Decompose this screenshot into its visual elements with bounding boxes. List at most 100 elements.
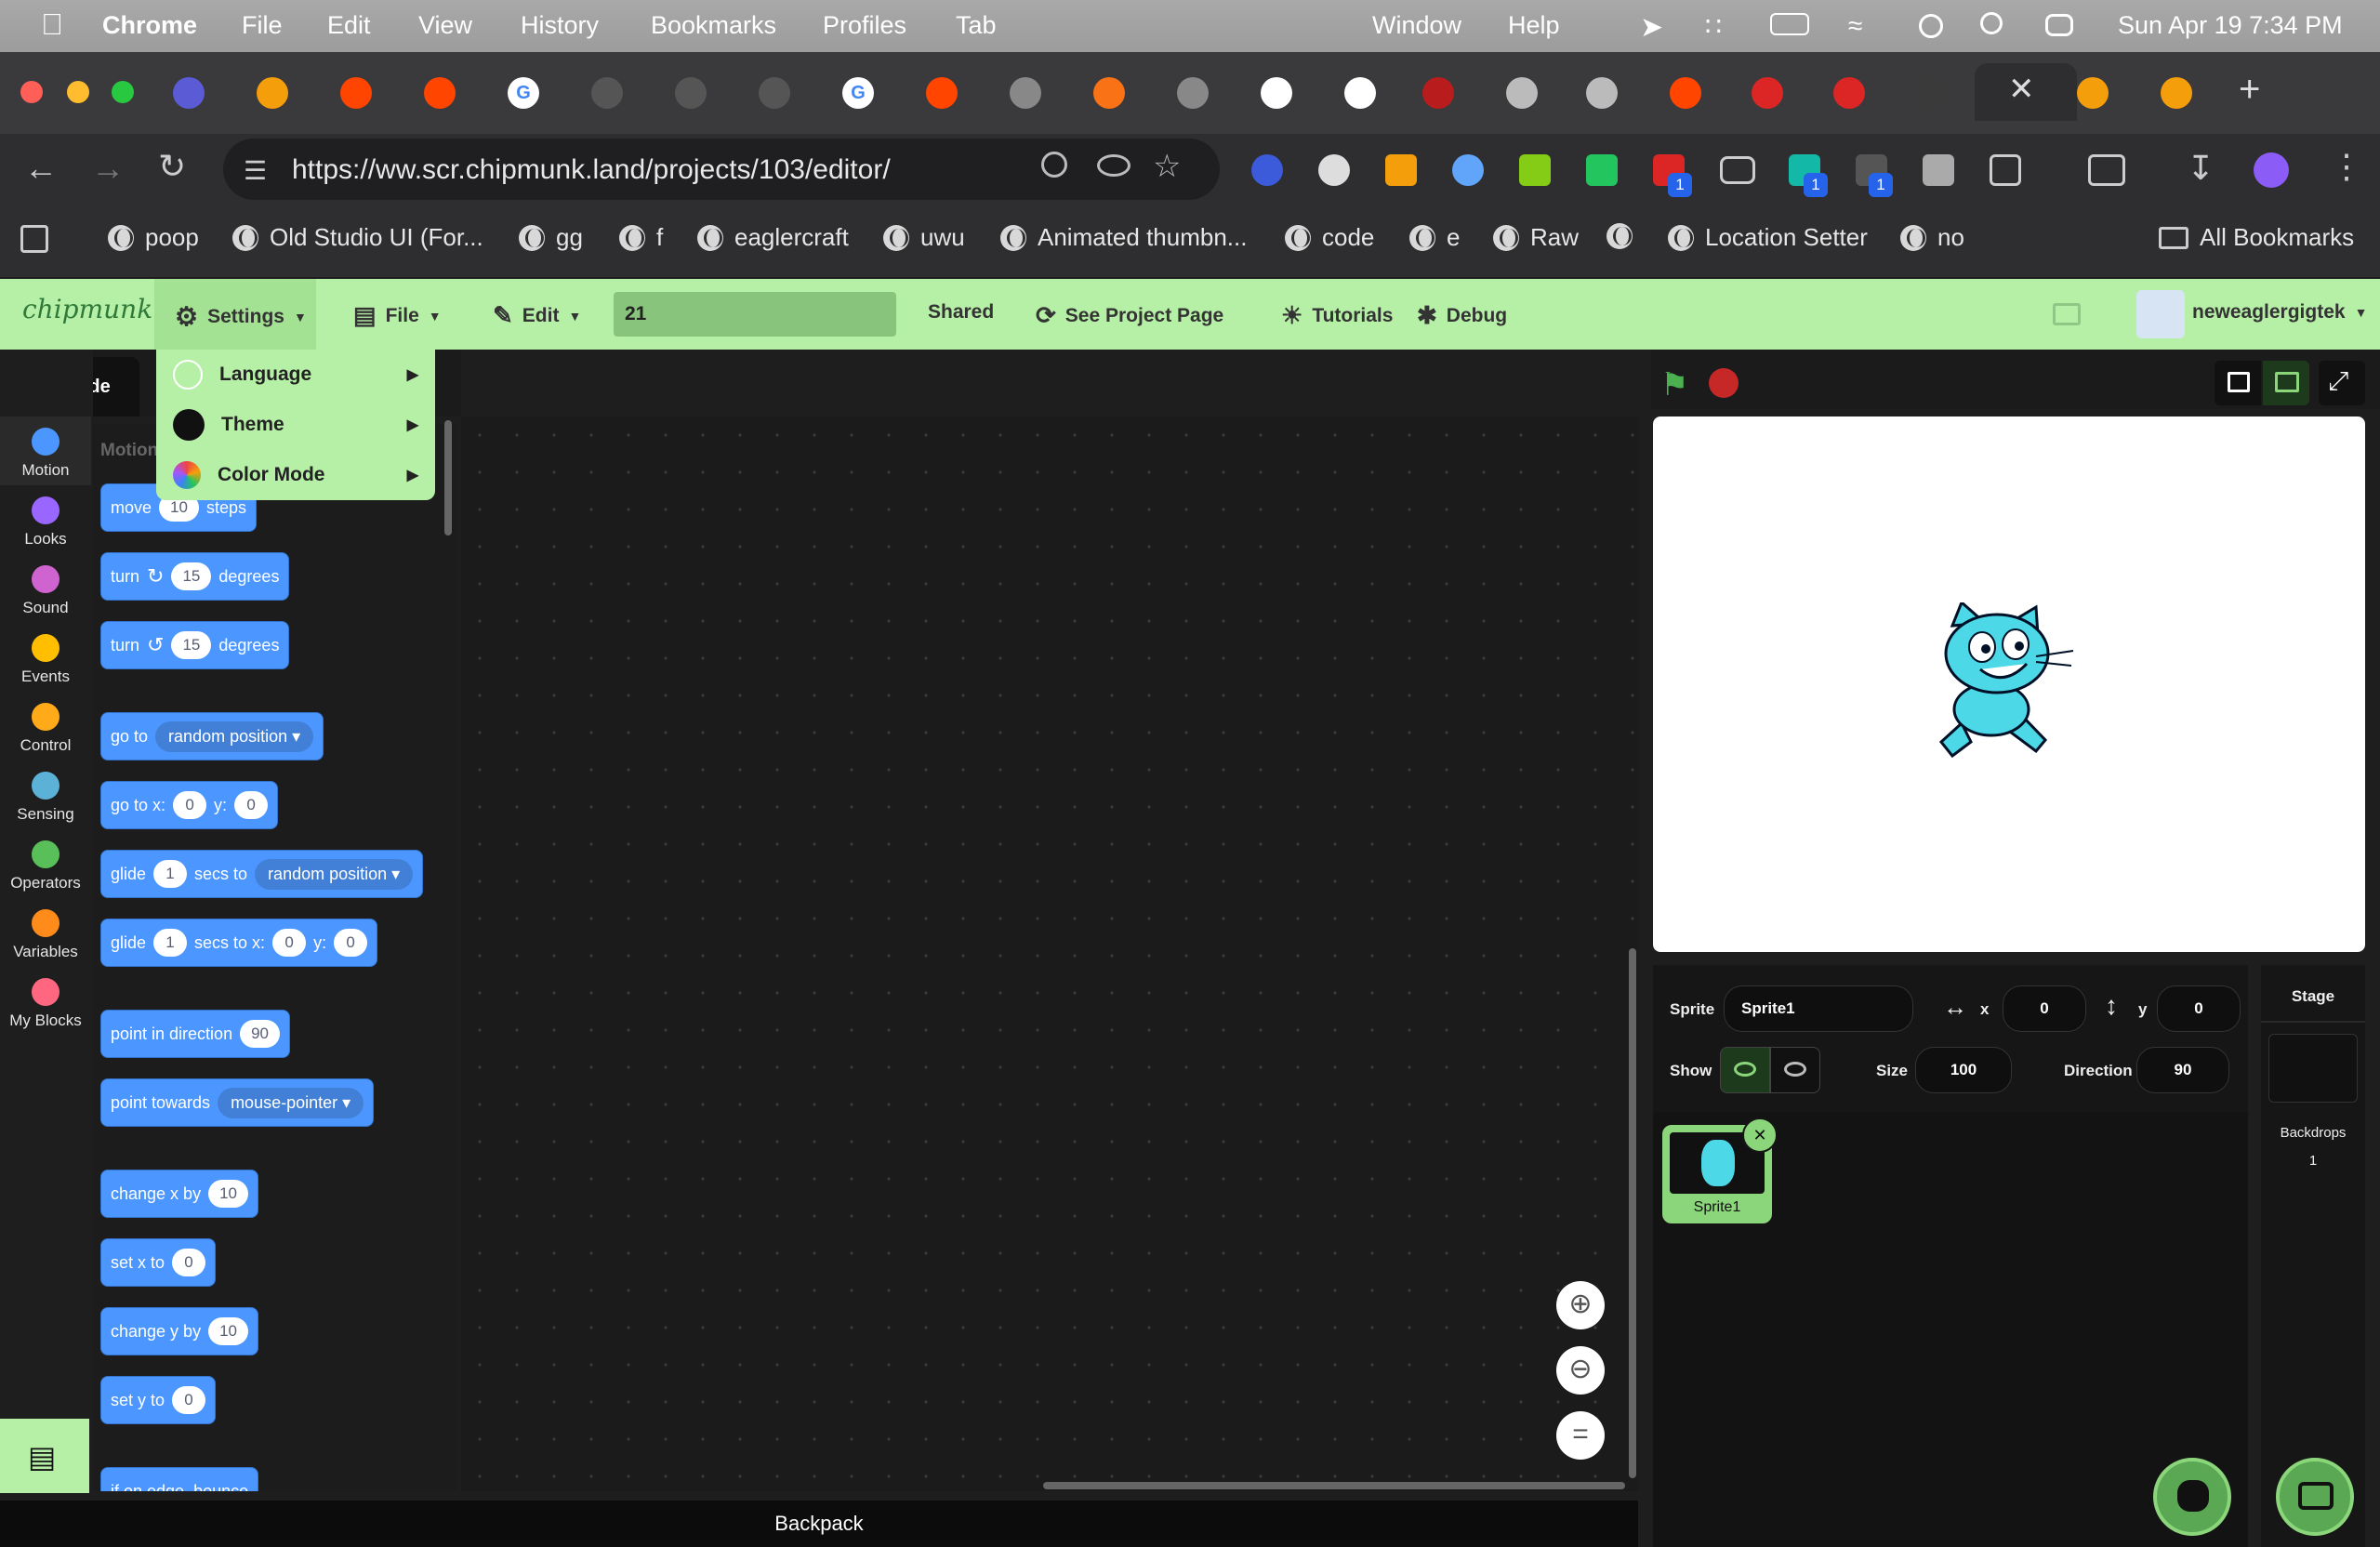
- bookmark-item[interactable]: [1606, 223, 1633, 249]
- y-position-input[interactable]: 0: [2157, 985, 2241, 1032]
- extension-icon[interactable]: [1385, 154, 1417, 186]
- target-dropdown[interactable]: random position ▾: [155, 721, 314, 752]
- menu-item-language[interactable]: Language ▶: [156, 350, 435, 400]
- bookmark-item[interactable]: gg: [519, 223, 583, 252]
- github-tab-icon[interactable]: [1261, 77, 1292, 109]
- block-set-x[interactable]: set x to 0: [100, 1238, 217, 1287]
- category-events[interactable]: Events: [0, 634, 91, 686]
- block-glide-to-xy[interactable]: glide 1 secs to x: 0 y: 0: [100, 919, 378, 967]
- block-change-x[interactable]: change x by 10: [100, 1170, 258, 1218]
- tab-favicon[interactable]: [675, 77, 707, 109]
- edit-menu-button[interactable]: ✎ Edit ▼: [493, 301, 581, 330]
- category-sound[interactable]: Sound: [0, 565, 91, 617]
- menu-item-color-mode[interactable]: Color Mode ▶: [156, 450, 435, 500]
- block-go-to-xy[interactable]: go to x: 0 y: 0: [100, 781, 279, 829]
- new-tab-button[interactable]: +: [2239, 69, 2260, 111]
- zoom-icon[interactable]: [1041, 152, 1067, 178]
- debug-button[interactable]: ✱ Debug: [1417, 301, 1507, 330]
- direction-input[interactable]: 90: [2136, 1047, 2229, 1093]
- small-stage-button[interactable]: [2215, 361, 2261, 405]
- tab-favicon[interactable]: [1913, 77, 1945, 109]
- chrome-tab-icon[interactable]: [1506, 77, 1538, 109]
- number-input[interactable]: 10: [208, 1317, 248, 1345]
- number-input[interactable]: 1: [153, 929, 188, 957]
- extensions-puzzle-icon[interactable]: [1990, 154, 2021, 186]
- chrome-tab-icon[interactable]: [1586, 77, 1618, 109]
- bookmark-item[interactable]: Location Setter: [1668, 223, 1868, 252]
- block-turn-right[interactable]: turn ↻ 15 degrees: [100, 552, 290, 601]
- number-input[interactable]: 0: [173, 791, 207, 819]
- extension-icon[interactable]: [1452, 154, 1484, 186]
- backdrop-thumbnail[interactable]: [2268, 1034, 2358, 1103]
- google-tab-icon[interactable]: G: [842, 77, 874, 109]
- see-project-page-button[interactable]: ⟳ See Project Page: [1036, 301, 1223, 330]
- file-menu-button[interactable]: ▤ File ▼: [353, 301, 442, 330]
- category-motion[interactable]: Motion: [0, 428, 91, 480]
- tab-favicon[interactable]: [1093, 77, 1125, 109]
- bookmark-star-icon[interactable]: ☆: [1153, 148, 1181, 185]
- scratch-cat-sprite[interactable]: [1934, 602, 2082, 760]
- workspace-vertical-scrollbar[interactable]: [1629, 948, 1636, 1478]
- add-extension-button[interactable]: ▤: [0, 1419, 89, 1493]
- reload-button[interactable]: ↻: [158, 147, 186, 186]
- bookmark-item[interactable]: f: [619, 223, 663, 252]
- number-input[interactable]: 0: [334, 929, 368, 957]
- category-my-blocks[interactable]: My Blocks: [0, 978, 91, 1030]
- category-variables[interactable]: Variables: [0, 909, 91, 961]
- block-change-y[interactable]: change y by 10: [100, 1307, 258, 1355]
- bookmark-item[interactable]: Old Studio UI (For...: [232, 223, 483, 252]
- clock[interactable]: Sun Apr 19 7:34 PM: [2118, 11, 2343, 40]
- number-input[interactable]: 90: [240, 1020, 281, 1048]
- reddit-tab-icon[interactable]: [926, 77, 958, 109]
- battery-icon[interactable]: [1770, 13, 1809, 35]
- settings-menu-button[interactable]: ⚙ Settings ▼: [175, 301, 307, 332]
- account-menu-button[interactable]: neweaglergigtek ▼: [2192, 301, 2367, 324]
- block-turn-left[interactable]: turn ↺ 15 degrees: [100, 621, 290, 669]
- forward-button[interactable]: →: [91, 149, 125, 188]
- close-tab-icon[interactable]: ✕: [2008, 71, 2035, 108]
- block-edge-bounce[interactable]: if on edge, bounce: [100, 1467, 258, 1491]
- back-button[interactable]: ←: [24, 149, 58, 188]
- reddit-tab-icon[interactable]: [424, 77, 456, 109]
- number-input[interactable]: 0: [172, 1249, 206, 1276]
- tab-favicon[interactable]: [759, 77, 790, 109]
- apps-grid-icon[interactable]: [20, 225, 48, 253]
- tab-favicon[interactable]: [1752, 77, 1783, 109]
- menu-view[interactable]: View: [418, 11, 472, 40]
- chipmunk-logo[interactable]: chipmunk: [22, 294, 152, 324]
- my-stuff-folder-icon[interactable]: [2053, 303, 2081, 325]
- extension-icon[interactable]: [1251, 154, 1283, 186]
- extension-icon[interactable]: [1720, 156, 1755, 184]
- block-glide-to[interactable]: glide 1 secs to random position ▾: [100, 850, 424, 898]
- number-input[interactable]: 0: [272, 929, 307, 957]
- bookmark-item[interactable]: no: [1900, 223, 1964, 252]
- palette-scrollbar[interactable]: [444, 420, 452, 536]
- add-backdrop-button[interactable]: [2276, 1458, 2354, 1536]
- green-flag-icon[interactable]: ⚑: [1660, 366, 1688, 403]
- add-sprite-button[interactable]: [2153, 1458, 2231, 1536]
- all-bookmarks-button[interactable]: All Bookmarks: [2159, 223, 2354, 252]
- workspace-horizontal-scrollbar[interactable]: [1043, 1482, 1625, 1489]
- tab-favicon[interactable]: [2077, 77, 2109, 109]
- category-control[interactable]: Control: [0, 703, 91, 755]
- apple-icon[interactable]: : [41, 7, 63, 42]
- close-window-button[interactable]: [20, 81, 43, 103]
- grid-dots-icon[interactable]: ∷: [1705, 11, 1722, 42]
- minimize-window-button[interactable]: [67, 81, 89, 103]
- play-icon[interactable]: [1919, 14, 1943, 38]
- tab-search-icon[interactable]: [2088, 154, 2125, 186]
- number-input[interactable]: 1: [153, 860, 188, 888]
- tab-favicon[interactable]: [1833, 77, 1865, 109]
- bookmark-item[interactable]: Animated thumbn...: [1000, 223, 1247, 252]
- globe-tab-icon[interactable]: [1010, 77, 1041, 109]
- block-go-to[interactable]: go to random position ▾: [100, 712, 324, 760]
- show-sprite-button[interactable]: [1720, 1047, 1770, 1093]
- globe-tab-icon[interactable]: [1177, 77, 1209, 109]
- tab-favicon[interactable]: [591, 77, 623, 109]
- tutorials-button[interactable]: ☀ Tutorials: [1281, 301, 1393, 330]
- address-bar[interactable]: ☰ https://ww.scr.chipmunk.land/projects/…: [223, 139, 1220, 200]
- profile-avatar[interactable]: [2254, 152, 2289, 188]
- block-point-towards[interactable]: point towards mouse-pointer ▾: [100, 1078, 375, 1127]
- block-set-y[interactable]: set y to 0: [100, 1376, 217, 1424]
- github-extension-icon[interactable]: [1318, 154, 1350, 186]
